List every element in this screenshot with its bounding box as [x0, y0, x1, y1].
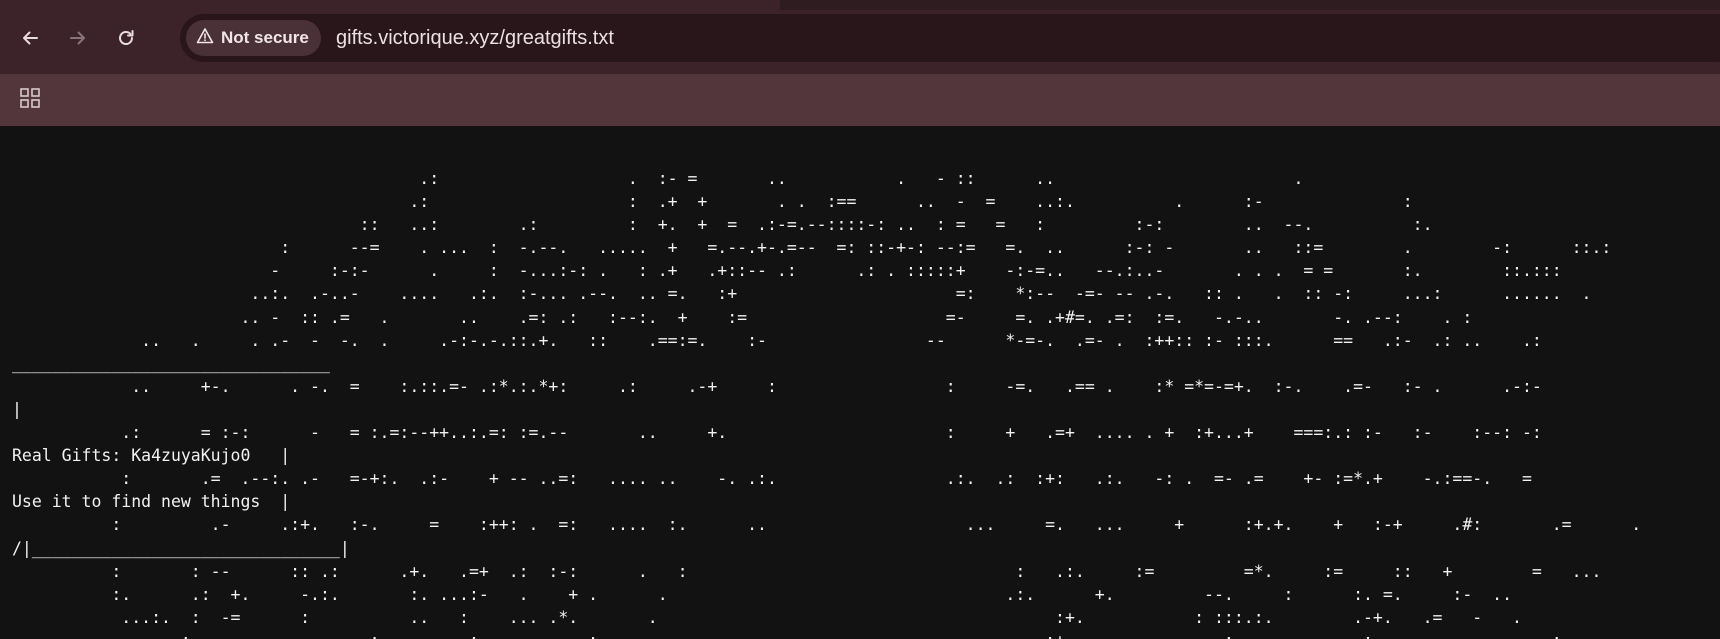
box-top-border: ________________________________ — [12, 353, 330, 373]
active-tab-edge[interactable] — [0, 0, 780, 10]
page-content: .: . :- = .. . - :: .. . .: : .+ + . . :… — [0, 126, 1720, 639]
arrow-left-icon — [20, 28, 40, 48]
text-line: : .= .--:. .- =-+:. .:- + -- ..=: .... .… — [12, 469, 1532, 489]
box-bottom-border: /|_______________________________| — [12, 538, 350, 558]
text-line: : --= . ... : -.--. ..... + =.--.+-.=-- … — [12, 238, 1612, 258]
text-line: :: ..: .: : +. + = .:-=.--::::-: .. : = … — [12, 215, 1433, 235]
text-line: .: = :-: - = :.=:--++..:.=: :=.-- .. +. … — [12, 423, 1542, 443]
text-line: .: : .+ + . . :== .. - = ..:. . :- : — [12, 192, 1413, 212]
text-line: .. +-. . -. = :.::.=- .:*.:.*+: .: .-+ :… — [12, 376, 1542, 396]
text-line: : : -- :: .: .+. .=+ .: :-: . : : .:. :=… — [12, 561, 1602, 581]
security-label: Not secure — [221, 28, 309, 47]
bookmarks-bar — [0, 74, 1720, 126]
text-line: ...:. : -= : .. : ... .*. . :+. : :::.:.… — [12, 607, 1522, 627]
hint-line: Use it to find new things | — [12, 492, 291, 512]
gift-code-line: Real Gifts: Ka4zuyaKujo0 | — [12, 446, 291, 466]
text-line: .: . :- = .. . - :: .. . — [12, 169, 1304, 188]
apps-grid-icon — [19, 87, 41, 114]
url-text[interactable]: gifts.victorique.xyz/greatgifts.txt — [336, 14, 614, 62]
reload-button[interactable] — [110, 22, 142, 54]
text-line: ..:. .-..- .... .:. :-... .--. .. =. :+ … — [12, 284, 1592, 304]
forward-button[interactable] — [62, 22, 94, 54]
security-indicator-button[interactable]: Not secure — [186, 20, 321, 56]
text-line: . : . .: : . . : . :+. . . : .. : . . . … — [12, 631, 1562, 639]
apps-button[interactable] — [14, 84, 46, 116]
address-bar[interactable]: Not secure gifts.victorique.xyz/greatgif… — [180, 14, 1720, 62]
warning-triangle-icon — [196, 27, 214, 50]
box-left-border: | — [12, 399, 22, 419]
back-button[interactable] — [14, 22, 46, 54]
ascii-art-text: .: . :- = .. . - :: .. . .: : .+ + . . :… — [12, 167, 1641, 639]
text-line: - :-:- . : -...:-: . : .+ .+::-- .: .: .… — [12, 261, 1562, 281]
reload-icon — [116, 28, 136, 48]
text-line: :. .: +. -.:. :. ...:- . + . . .:. +. --… — [12, 584, 1513, 604]
arrow-right-icon — [68, 28, 88, 48]
browser-toolbar: Not secure gifts.victorique.xyz/greatgif… — [0, 0, 1720, 74]
text-line: .. . . .- - -. . .-:-.-.::.+. :: .==:=. … — [12, 330, 1542, 350]
text-line: : .- .:+. :-. = :++: . =: .... :. .. ...… — [12, 515, 1642, 535]
text-line: .. - :: .= . .. .=: .: :--:. + := =- =. … — [12, 307, 1473, 327]
